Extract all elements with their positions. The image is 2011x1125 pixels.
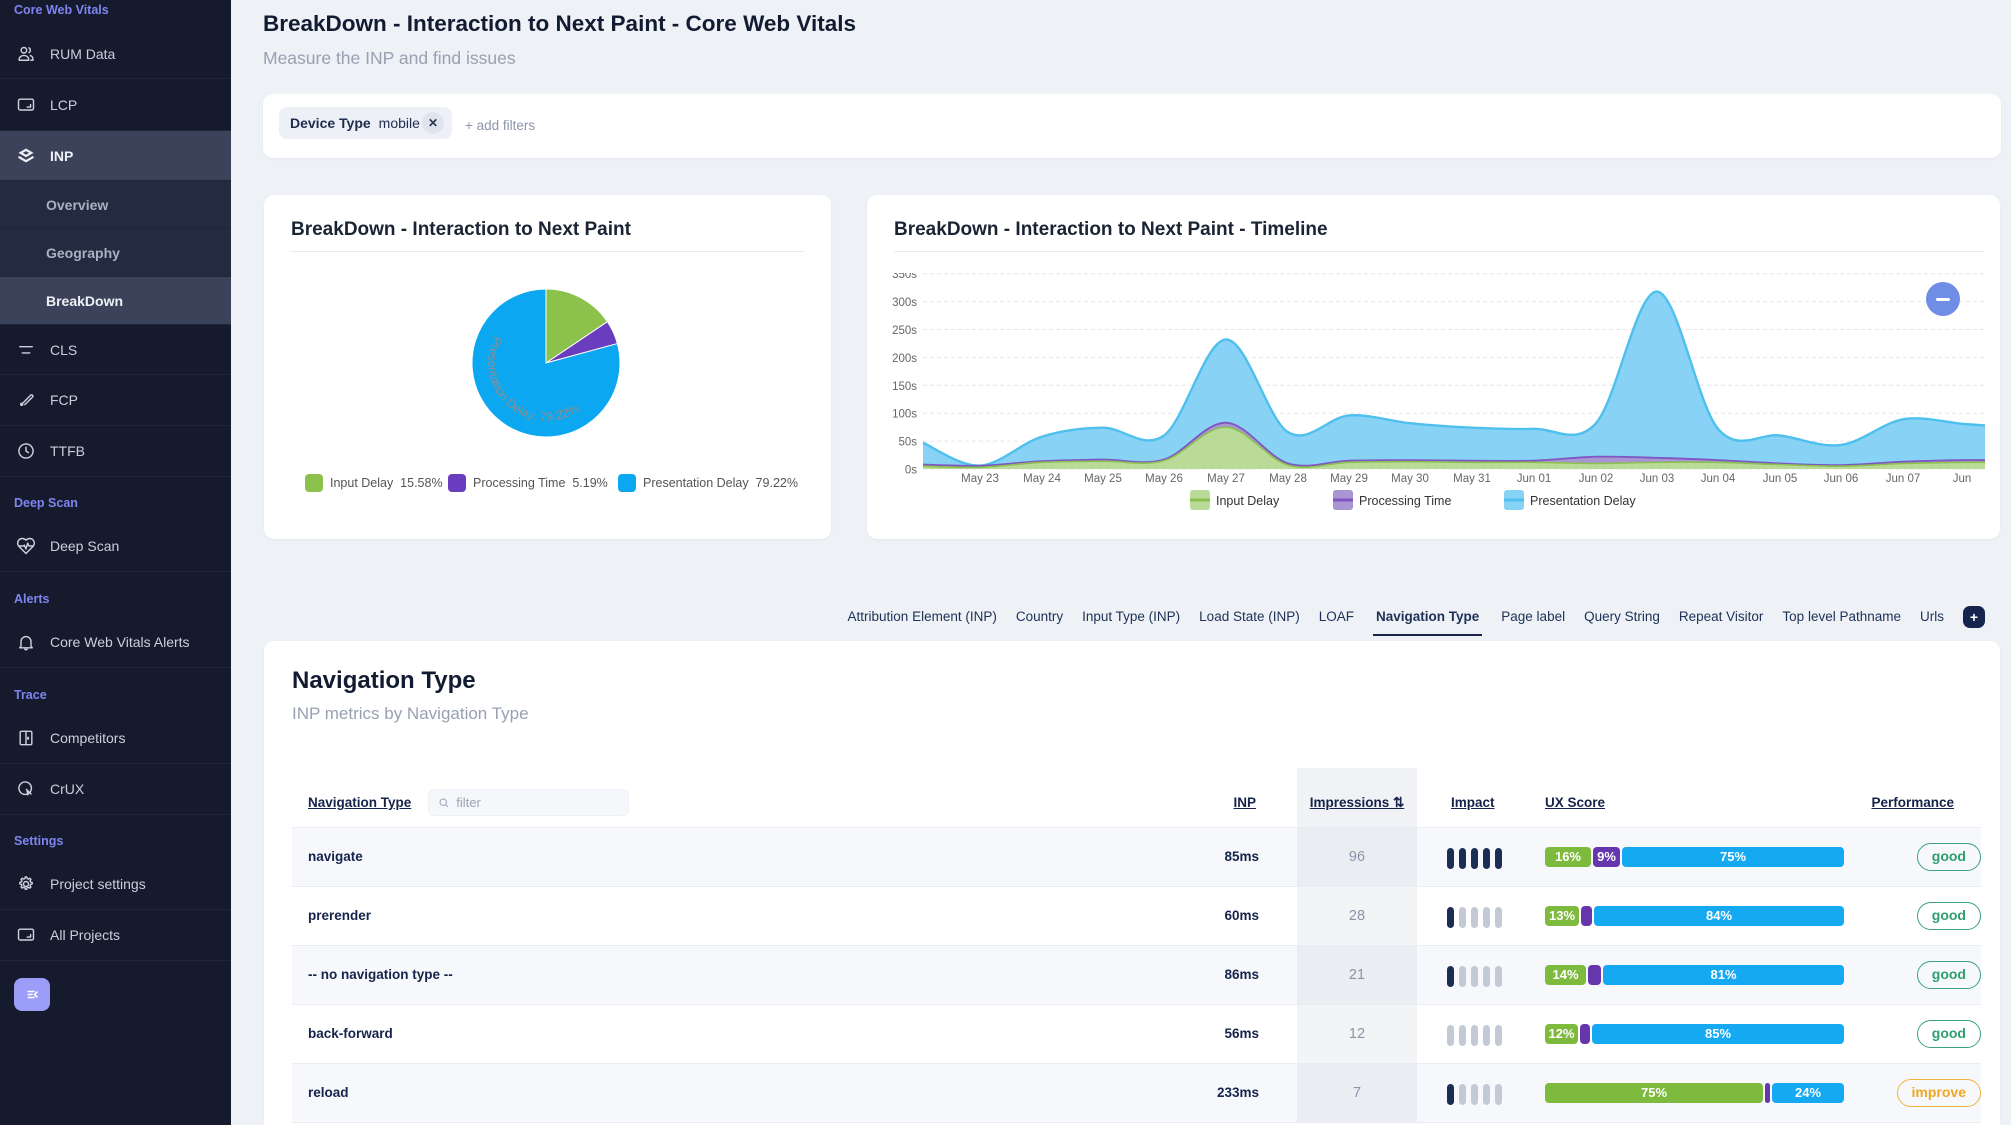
svg-text:Jun 07: Jun 07 xyxy=(1886,473,1921,485)
svg-text:0s: 0s xyxy=(905,465,917,477)
svg-text:300s: 300s xyxy=(892,297,917,309)
svg-text:Jun 01: Jun 01 xyxy=(1517,473,1552,485)
svg-text:May 23: May 23 xyxy=(961,473,999,485)
svg-text:Jun 06: Jun 06 xyxy=(1824,473,1859,485)
svg-text:Presentation Delay: Presentation Delay xyxy=(1530,494,1636,508)
svg-text:Processing Time: Processing Time xyxy=(1359,494,1451,508)
svg-text:350s: 350s xyxy=(892,273,917,281)
svg-text:May 29: May 29 xyxy=(1330,473,1368,485)
svg-text:Jun: Jun xyxy=(1953,473,1972,485)
svg-text:May 24: May 24 xyxy=(1023,473,1061,485)
svg-text:Jun 04: Jun 04 xyxy=(1701,473,1736,485)
svg-text:50s: 50s xyxy=(898,437,917,449)
svg-text:May 25: May 25 xyxy=(1084,473,1122,485)
svg-text:Jun 02: Jun 02 xyxy=(1579,473,1614,485)
svg-text:Jun 05: Jun 05 xyxy=(1763,473,1798,485)
svg-text:150s: 150s xyxy=(892,381,917,393)
svg-text:100s: 100s xyxy=(892,409,917,421)
svg-text:Input Delay: Input Delay xyxy=(1216,494,1280,508)
svg-text:200s: 200s xyxy=(892,353,917,365)
svg-text:May 31: May 31 xyxy=(1453,473,1491,485)
svg-text:250s: 250s xyxy=(892,325,917,337)
svg-text:May 27: May 27 xyxy=(1207,473,1245,485)
svg-text:May 28: May 28 xyxy=(1269,473,1307,485)
svg-text:May 26: May 26 xyxy=(1145,473,1183,485)
svg-text:Jun 03: Jun 03 xyxy=(1640,473,1675,485)
svg-text:May 30: May 30 xyxy=(1391,473,1429,485)
